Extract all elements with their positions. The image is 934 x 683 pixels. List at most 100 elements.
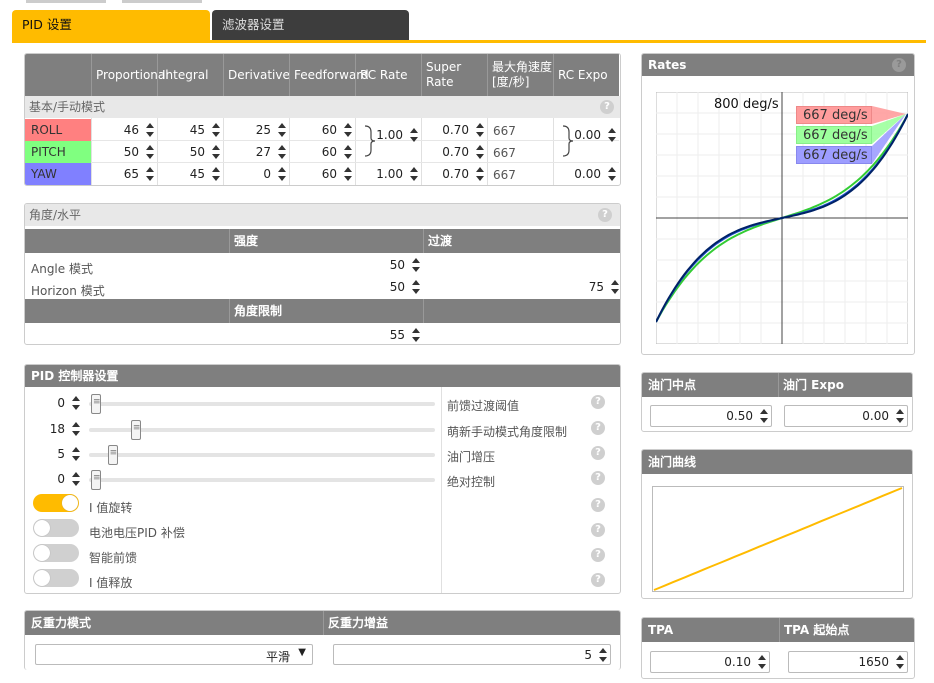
throttle-header-row: 油门中点 油门 Expo [642, 373, 912, 397]
pitch-super-rate-input[interactable]: 0.70 [421, 142, 487, 162]
spinner-arrows-icon[interactable] [71, 446, 81, 462]
spinner-arrows-icon[interactable] [71, 421, 81, 437]
yaw-d-input[interactable]: 0 [223, 164, 289, 184]
tpa-breakpoint-input[interactable]: 1650 [788, 651, 908, 673]
yaw-rc-rate-input[interactable]: 1.00 [355, 164, 421, 184]
slider-row: 0 前馈过渡阈值? [25, 391, 619, 416]
transition-header: 过渡 [423, 229, 620, 253]
tab-bar: PID 设置 滤波器设置 [12, 10, 924, 40]
pitch-d-input[interactable]: 27 [223, 142, 289, 162]
slider-value-input[interactable]: 18 [29, 419, 83, 439]
roll-p-value: 46 [123, 123, 139, 137]
spinner-arrows-icon[interactable] [610, 279, 620, 295]
yaw-i-input[interactable]: 45 [157, 164, 223, 184]
spinner-arrows-icon[interactable] [757, 654, 767, 670]
yaw-super-rate-input[interactable]: 0.70 [421, 164, 487, 184]
vbat-pid-compensation-toggle[interactable] [33, 519, 79, 537]
spinner-arrows-icon[interactable] [343, 122, 353, 138]
spinner-arrows-icon[interactable] [409, 166, 419, 182]
spinner-arrows-icon[interactable] [411, 257, 421, 273]
roll-i-input[interactable]: 45 [157, 120, 223, 140]
spinner-arrows-icon[interactable] [475, 144, 485, 160]
help-icon[interactable]: ? [591, 395, 605, 409]
slider-handle[interactable] [91, 470, 101, 490]
spinner-arrows-icon[interactable] [145, 122, 155, 138]
roll-d-input[interactable]: 25 [223, 120, 289, 140]
tpa-input[interactable]: 0.10 [650, 651, 770, 673]
spinner-arrows-icon[interactable] [211, 144, 221, 160]
spinner-arrows-icon[interactable] [475, 166, 485, 182]
anti-gravity-gain-input[interactable]: 5 [333, 644, 611, 665]
spinner-arrows-icon[interactable] [607, 166, 617, 182]
tab-pid-settings[interactable]: PID 设置 [12, 10, 210, 40]
spinner-arrows-icon[interactable] [277, 122, 287, 138]
roll-p-input[interactable]: 46 [91, 120, 157, 140]
pitch-i-input[interactable]: 50 [157, 142, 223, 162]
spinner-arrows-icon[interactable] [411, 327, 421, 343]
help-icon[interactable]: ? [591, 471, 605, 485]
tpa-breakpoint-value: 1650 [858, 655, 889, 669]
angle-strength-input[interactable]: 50 [229, 255, 423, 275]
i-term-relax-toggle[interactable] [33, 569, 79, 587]
help-icon[interactable]: ? [591, 421, 605, 435]
throttle-mid-input[interactable]: 0.50 [650, 405, 772, 427]
tab-filter-settings[interactable]: 滤波器设置 [212, 10, 409, 40]
spinner-arrows-icon[interactable] [895, 408, 905, 424]
angle-limit-input[interactable]: 55 [229, 325, 423, 344]
pitch-ff-input[interactable]: 60 [289, 142, 355, 162]
help-icon[interactable]: ? [591, 548, 605, 562]
slider-track[interactable] [89, 478, 435, 482]
spinner-arrows-icon[interactable] [145, 166, 155, 182]
pitch-p-input[interactable]: 50 [91, 142, 157, 162]
spinner-arrows-icon[interactable] [895, 654, 905, 670]
spinner-arrows-icon[interactable] [277, 144, 287, 160]
spinner-arrows-icon[interactable] [211, 122, 221, 138]
smart-feedforward-toggle[interactable] [33, 544, 79, 562]
slider-track[interactable] [89, 428, 435, 432]
spinner-arrows-icon[interactable] [475, 122, 485, 138]
throttle-curve-header: 油门曲线 [642, 450, 912, 474]
spinner-arrows-icon[interactable] [71, 471, 81, 487]
yaw-rc-expo-input[interactable]: 0.00 [553, 164, 619, 184]
help-icon[interactable]: ? [591, 573, 605, 587]
help-icon[interactable]: ? [598, 208, 612, 222]
help-icon[interactable]: ? [591, 523, 605, 537]
spinner-arrows-icon[interactable] [598, 647, 608, 663]
angle-horizon-panel: 角度/水平 ? 强度 过渡 Angle 模式 50 Horizon 模式 50 … [24, 203, 621, 345]
spinner-arrows-icon[interactable] [607, 127, 617, 143]
slider-track[interactable] [89, 402, 435, 406]
slider-value-input[interactable]: 5 [29, 444, 83, 464]
slider-handle[interactable] [91, 394, 101, 414]
slider-label: 油门增压 [447, 450, 496, 464]
spinner-arrows-icon[interactable] [211, 166, 221, 182]
horizon-transition-input[interactable]: 75 [423, 277, 620, 297]
i-term-rotation-toggle[interactable] [33, 494, 79, 512]
spinner-arrows-icon[interactable] [277, 166, 287, 182]
horizon-strength-input[interactable]: 50 [229, 277, 423, 297]
throttle-expo-input[interactable]: 0.00 [784, 405, 908, 427]
roll-ff-input[interactable]: 60 [289, 120, 355, 140]
slider-value-input[interactable]: 0 [29, 393, 83, 413]
roll-super-rate-input[interactable]: 0.70 [421, 120, 487, 140]
yaw-p-input[interactable]: 65 [91, 164, 157, 184]
slider-handle[interactable] [130, 420, 141, 440]
spinner-arrows-icon[interactable] [409, 127, 419, 143]
spinner-arrows-icon[interactable] [759, 408, 769, 424]
help-icon[interactable]: ? [892, 58, 906, 72]
slider-handle[interactable] [107, 445, 118, 465]
spinner-arrows-icon[interactable] [71, 395, 81, 411]
angle-limit-header-row: 角度限制 [25, 299, 620, 323]
spinner-arrows-icon[interactable] [145, 144, 155, 160]
slider-track[interactable] [89, 453, 435, 457]
pitch-i-value: 50 [189, 145, 205, 159]
spinner-arrows-icon[interactable] [343, 144, 353, 160]
help-icon[interactable]: ? [591, 498, 605, 512]
help-icon[interactable]: ? [600, 100, 614, 114]
anti-gravity-mode-select[interactable]: 平滑 ▼ [35, 644, 313, 665]
help-icon[interactable]: ? [591, 446, 605, 460]
yaw-ff-input[interactable]: 60 [289, 164, 355, 184]
pid-table-panel: Proportional Integral Derivative Feedfor… [24, 53, 621, 186]
spinner-arrows-icon[interactable] [411, 279, 421, 295]
spinner-arrows-icon[interactable] [343, 166, 353, 182]
slider-value-input[interactable]: 0 [29, 469, 83, 489]
